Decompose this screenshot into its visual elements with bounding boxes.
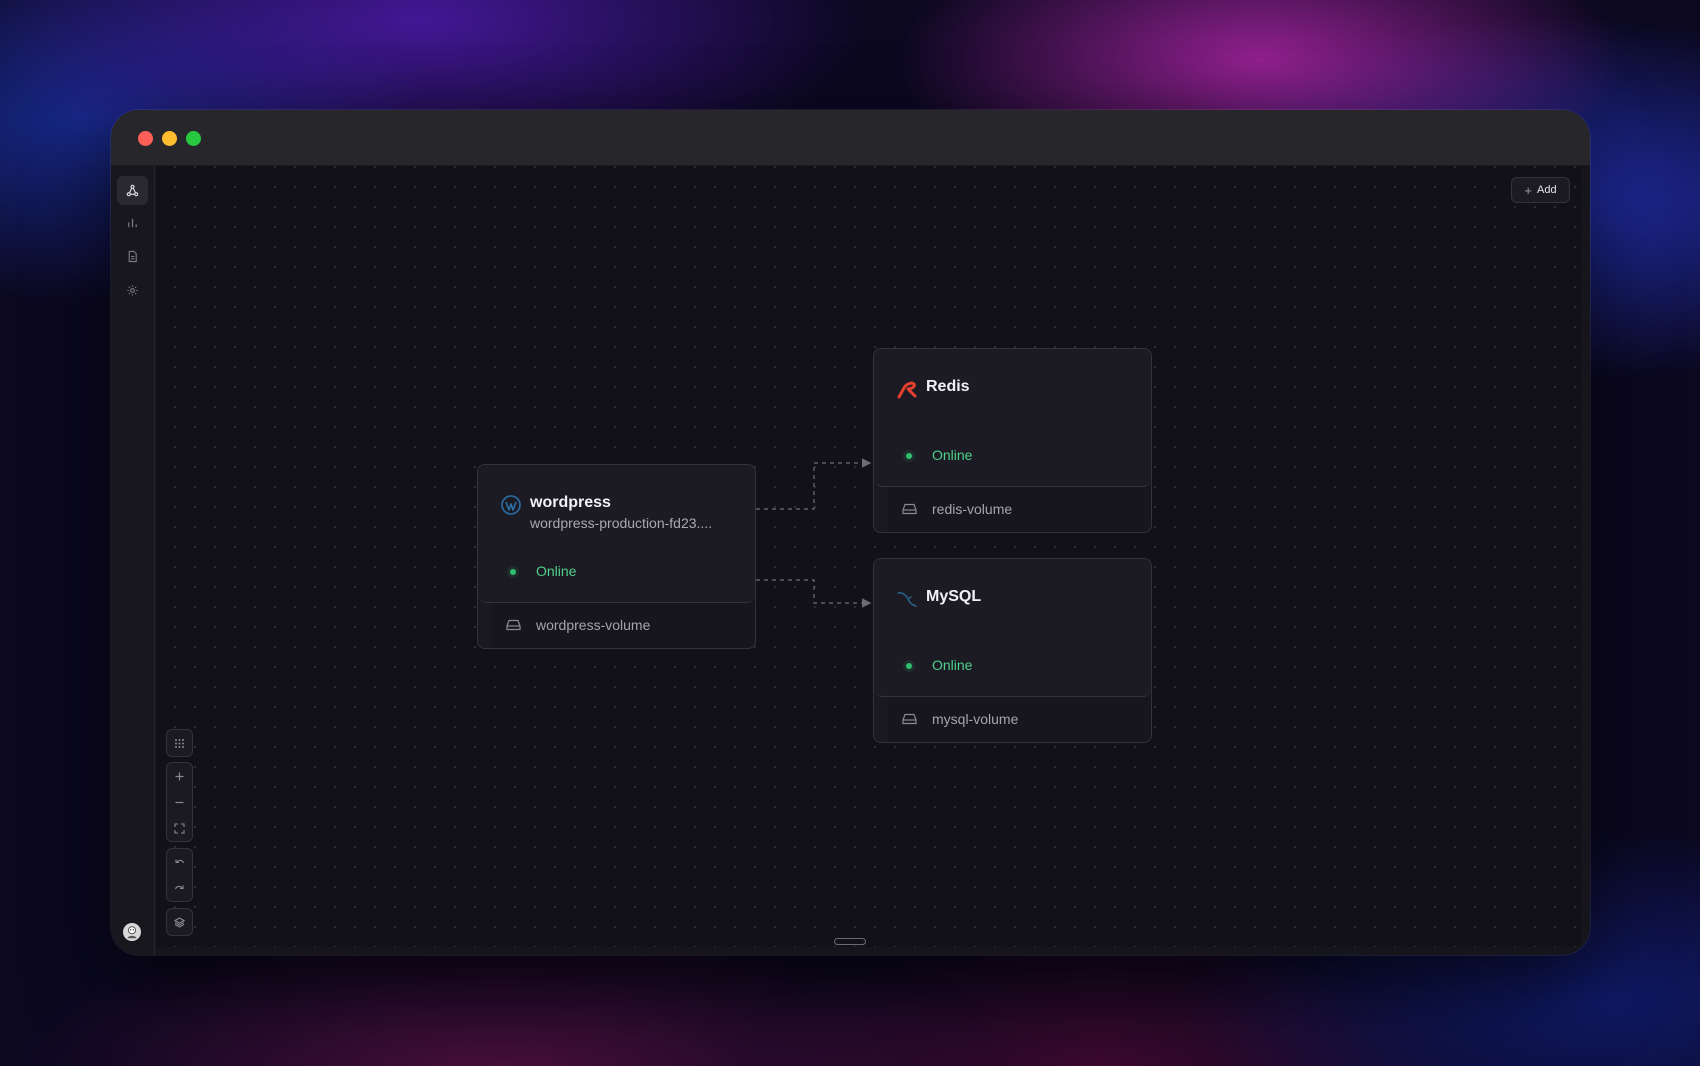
status-text: Online <box>932 447 973 463</box>
service-subtitle: wordpress-production-fd23.... <box>530 515 713 531</box>
zoom-in-button[interactable] <box>167 763 192 789</box>
disk-volume-icon <box>902 713 917 725</box>
service-card-wordpress-header: wordpress wordpress-production-fd23.... … <box>478 465 755 603</box>
service-card-redis[interactable]: Redis Online redis-volume <box>873 348 1152 533</box>
zoom-out-button[interactable] <box>167 789 192 815</box>
user-avatar[interactable] <box>123 923 141 941</box>
status-text: Online <box>932 657 973 673</box>
service-card-redis-header: Redis Online <box>874 349 1151 487</box>
gear-icon <box>127 285 138 296</box>
volume-mysql[interactable]: mysql-volume <box>874 697 1151 742</box>
redo-icon <box>174 885 184 889</box>
sidebar-item-architecture[interactable] <box>117 176 148 205</box>
canvas-layers-control <box>166 908 193 936</box>
canvas-zoom-controls <box>166 762 193 842</box>
status-text: Online <box>536 563 577 579</box>
app-window <box>111 110 1590 955</box>
zoom-in-icon <box>175 772 184 780</box>
canvas-grid-toggle <box>166 729 193 757</box>
zoom-out-icon <box>175 801 184 803</box>
redo-button[interactable] <box>167 875 192 901</box>
fit-view-icon <box>174 822 185 834</box>
layers-button[interactable] <box>167 909 192 935</box>
service-card-mysql-header: MySQL Online <box>874 559 1151 697</box>
service-title: MySQL <box>926 588 982 605</box>
network-icon <box>126 184 139 197</box>
project-canvas[interactable] <box>156 166 1581 947</box>
volume-name: redis-volume <box>932 501 1013 517</box>
status-online-dot <box>906 663 912 669</box>
volume-name: wordpress-volume <box>536 617 651 633</box>
disk-volume-icon <box>506 619 521 631</box>
minimize-window-button[interactable] <box>162 131 177 146</box>
grid-toggle-button[interactable] <box>167 730 192 756</box>
add-button-label: Add <box>1537 184 1557 196</box>
undo-icon <box>175 859 185 863</box>
sidebar-item-metrics[interactable] <box>117 208 148 237</box>
layers-icon <box>174 916 185 928</box>
volume-wordpress[interactable]: wordpress-volume <box>478 603 755 648</box>
status-online-dot <box>906 453 912 459</box>
canvas-history-controls <box>166 848 193 902</box>
sidebar <box>111 166 155 955</box>
sidebar-item-settings[interactable] <box>117 276 148 305</box>
plus-icon: + <box>1524 182 1532 198</box>
undo-button[interactable] <box>167 849 192 875</box>
disk-volume-icon <box>902 503 917 515</box>
user-avatar-icon <box>127 926 137 939</box>
redis-icon <box>897 381 917 399</box>
bar-chart-icon <box>128 218 137 228</box>
mysql-dolphin-icon <box>897 592 917 607</box>
service-title: Redis <box>926 378 970 395</box>
service-card-wordpress[interactable]: wordpress wordpress-production-fd23.... … <box>477 464 756 649</box>
volume-redis[interactable]: redis-volume <box>874 487 1151 532</box>
grid-icon <box>175 738 184 748</box>
status-online-dot <box>510 569 516 575</box>
close-window-button[interactable] <box>138 131 153 146</box>
service-title: wordpress <box>530 494 611 511</box>
volume-name: mysql-volume <box>932 711 1019 727</box>
wordpress-icon <box>501 495 521 515</box>
document-icon <box>128 250 137 263</box>
add-button[interactable]: + Add <box>1511 177 1570 203</box>
canvas-scroll-handle[interactable] <box>834 938 866 945</box>
sidebar-item-logs[interactable] <box>117 242 148 271</box>
service-card-mysql[interactable]: MySQL Online mysql-volume <box>873 558 1152 743</box>
title-bar <box>111 110 1590 166</box>
maximize-window-button[interactable] <box>186 131 201 146</box>
fit-view-button[interactable] <box>167 815 192 841</box>
